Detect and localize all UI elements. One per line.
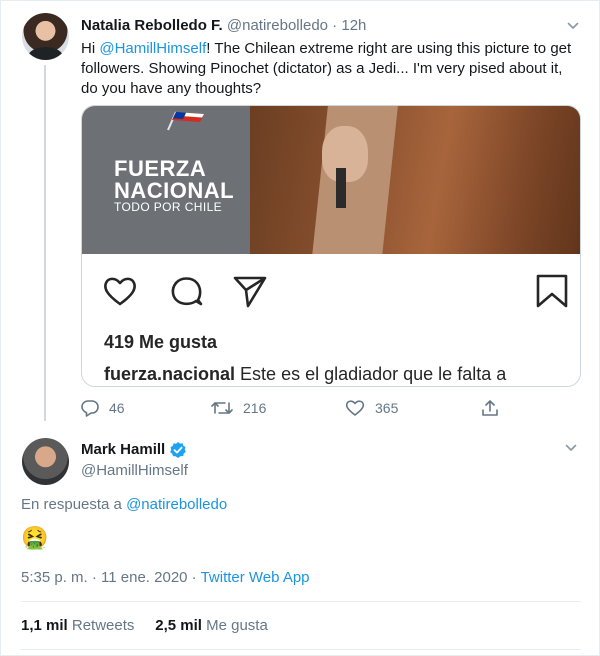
retweets-label: Retweets <box>67 617 135 634</box>
thread-connector-line <box>44 65 46 421</box>
author-name[interactable]: Natalia Rebolledo F. <box>81 17 223 34</box>
header-separator: · <box>328 17 342 34</box>
divider <box>21 601 581 602</box>
brand-title: FUERZA NACIONAL <box>114 156 235 203</box>
reply-prefix: En respuesta a <box>21 496 127 513</box>
author-name-row: Mark Hamill <box>81 440 187 460</box>
caption-username: fuerza.nacional <box>104 364 236 384</box>
mention-link[interactable]: @HamillHimself <box>99 40 206 57</box>
chevron-down-icon[interactable] <box>565 442 577 454</box>
reply-icon <box>81 400 99 417</box>
instagram-caption: fuerza.nacional Este es el gladiador que… <box>104 364 574 385</box>
source-link[interactable]: Twitter Web App <box>201 569 310 586</box>
brand-slogan: TODO POR CHILE <box>114 200 223 214</box>
comment-icon <box>168 274 204 308</box>
tweet-thread: Natalia Rebolledo F. @natirebolledo · 12… <box>0 0 600 656</box>
author-name[interactable]: Mark Hamill <box>81 440 165 460</box>
chevron-down-icon[interactable] <box>567 20 579 32</box>
reply-button[interactable]: 46 <box>81 396 125 420</box>
likes-label: Me gusta <box>201 617 268 634</box>
retweet-button[interactable]: 216 <box>211 396 266 420</box>
retweet-icon <box>211 402 233 414</box>
heart-icon <box>102 274 138 308</box>
retweets-stat[interactable]: 1,1 mil Retweets <box>21 617 134 634</box>
reply-count: 46 <box>109 400 125 416</box>
heart-icon <box>345 400 365 416</box>
author-handle[interactable]: @natirebolledo <box>227 17 328 34</box>
engagement-stats: 1,1 mil Retweets 2,5 mil Me gusta <box>21 616 268 636</box>
vomiting-face-emoji: 🤮 <box>21 525 49 550</box>
retweets-count: 1,1 mil <box>21 617 68 634</box>
avatar[interactable] <box>22 438 69 485</box>
tweet-header: Natalia Rebolledo F. @natirebolledo · 12… <box>81 16 366 36</box>
instagram-like-count: 419 Me gusta <box>104 332 218 352</box>
divider <box>21 649 581 650</box>
retweet-count: 216 <box>243 400 267 416</box>
verified-badge-icon <box>170 442 187 458</box>
tweet-text: Hi @HamillHimself! The Chilean extreme r… <box>81 39 581 99</box>
share-icon <box>482 400 498 416</box>
share-icon <box>232 274 268 308</box>
instagram-photo: FUERZA NACIONAL TODO POR CHILE <box>82 106 580 254</box>
like-button[interactable]: 365 <box>345 396 398 420</box>
reply-context: En respuesta a @natirebolledo <box>21 495 227 515</box>
like-count: 365 <box>375 400 399 416</box>
parent-tweet[interactable]: Natalia Rebolledo F. @natirebolledo · 12… <box>1 1 600 427</box>
tweet-action-bar: 46 216 365 <box>81 396 581 420</box>
caption-text: Este es el gladiador que le falta a <box>235 364 507 384</box>
tweet-time[interactable]: 12h <box>341 17 366 34</box>
likes-stat[interactable]: 2,5 mil Me gusta <box>155 617 268 634</box>
likes-count: 2,5 mil <box>155 617 202 634</box>
tweet-timestamp[interactable]: 5:35 p. m. · 11 ene. 2020 · <box>21 569 201 586</box>
avatar[interactable] <box>22 13 69 60</box>
share-button[interactable] <box>481 396 509 420</box>
reply-mention-link[interactable]: @natirebolledo <box>126 496 227 513</box>
tweet-metadata: 5:35 p. m. · 11 ene. 2020 · Twitter Web … <box>21 568 310 588</box>
embedded-image-card[interactable]: FUERZA NACIONAL TODO POR CHILE 419 Me gu… <box>81 105 581 387</box>
bookmark-icon <box>534 274 570 308</box>
chile-flag-icon <box>167 111 204 131</box>
tweet-text-prefix: Hi <box>81 40 100 57</box>
author-handle[interactable]: @HamillHimself <box>81 461 188 481</box>
instagram-action-bar <box>82 254 580 324</box>
